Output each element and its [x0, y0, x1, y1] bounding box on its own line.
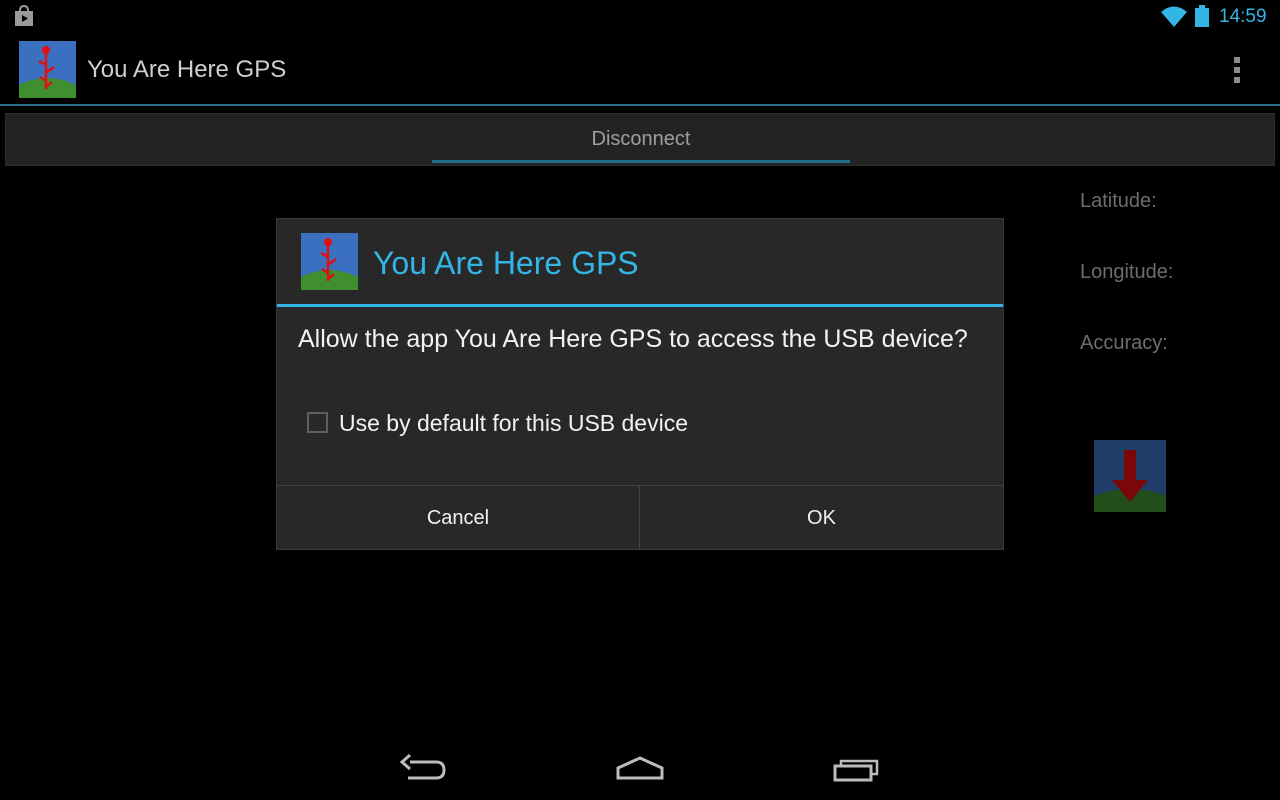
app-icon[interactable]	[19, 41, 76, 98]
back-icon[interactable]	[396, 752, 452, 788]
cancel-button[interactable]: Cancel	[277, 486, 639, 550]
dialog-title: You Are Here GPS	[373, 245, 639, 281]
recent-apps-icon[interactable]	[829, 752, 885, 788]
status-bar: 14:59	[0, 0, 1280, 33]
dialog-message: Allow the app You Are Here GPS to access…	[298, 325, 968, 353]
latitude-label: Latitude:	[1080, 190, 1157, 212]
action-bar: You Are Here GPS	[0, 33, 1280, 105]
action-bar-title: You Are Here GPS	[87, 56, 287, 83]
dialog-title-divider	[277, 304, 1003, 307]
app-icon	[301, 233, 358, 290]
disconnect-label: Disconnect	[591, 128, 691, 150]
battery-icon	[1195, 5, 1209, 27]
accuracy-label: Accuracy:	[1080, 332, 1168, 354]
longitude-label: Longitude:	[1080, 261, 1174, 283]
store-icon	[15, 5, 33, 26]
download-arrow-icon[interactable]	[1094, 440, 1166, 512]
disconnect-underline	[432, 160, 850, 163]
action-bar-divider	[0, 104, 1280, 106]
ok-button[interactable]: OK	[640, 486, 1003, 550]
usb-permission-dialog: You Are Here GPS Allow the app You Are H…	[276, 218, 1004, 550]
dialog-button-bar: Cancel OK	[277, 485, 1003, 550]
overflow-menu-icon[interactable]	[1222, 53, 1252, 87]
status-time: 14:59	[1219, 6, 1267, 27]
home-icon[interactable]	[612, 752, 668, 788]
checkbox-label[interactable]: Use by default for this USB device	[339, 409, 688, 437]
navigation-bar	[0, 740, 1280, 800]
disconnect-button[interactable]: Disconnect	[5, 113, 1275, 166]
wifi-icon	[1161, 6, 1187, 27]
default-usb-checkbox[interactable]	[307, 412, 328, 433]
dialog-header: You Are Here GPS	[277, 219, 1003, 305]
